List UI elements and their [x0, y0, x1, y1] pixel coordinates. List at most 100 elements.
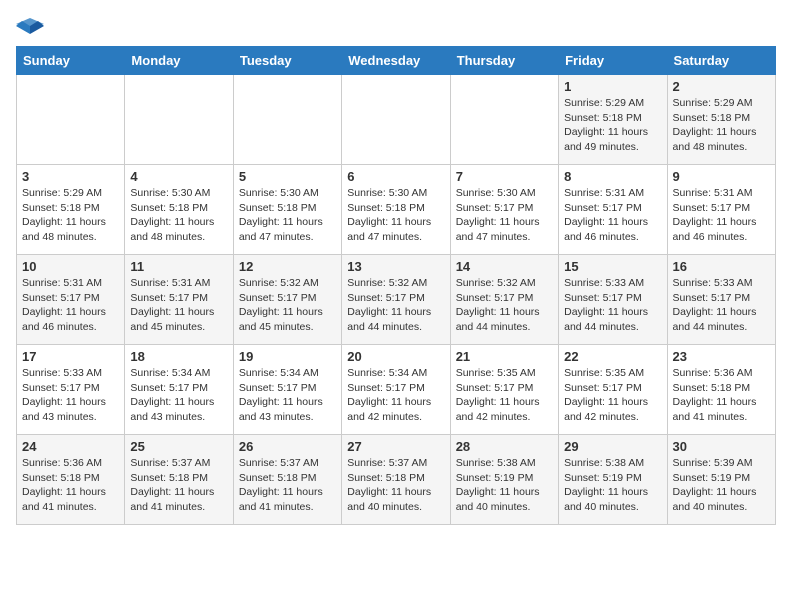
calendar-day-cell: [342, 75, 450, 165]
day-info: Sunrise: 5:36 AM Sunset: 5:18 PM Dayligh…: [22, 456, 119, 515]
day-number: 16: [673, 259, 770, 274]
day-info: Sunrise: 5:39 AM Sunset: 5:19 PM Dayligh…: [673, 456, 770, 515]
calendar-day-cell: 1 Sunrise: 5:29 AM Sunset: 5:18 PM Daylig…: [559, 75, 667, 165]
day-info: Sunrise: 5:29 AM Sunset: 5:18 PM Dayligh…: [673, 96, 770, 155]
day-info: Sunrise: 5:37 AM Sunset: 5:18 PM Dayligh…: [130, 456, 227, 515]
calendar-day-cell: [17, 75, 125, 165]
day-number: 20: [347, 349, 444, 364]
calendar-day-cell: [450, 75, 558, 165]
calendar-day-cell: 12Sunrise: 5:32 AM Sunset: 5:17 PM Dayli…: [233, 255, 341, 345]
day-info: Sunrise: 5:34 AM Sunset: 5:17 PM Dayligh…: [347, 366, 444, 425]
day-number: 5: [239, 169, 336, 184]
day-number: 7: [456, 169, 553, 184]
calendar-body: 1 Sunrise: 5:29 AM Sunset: 5:18 PM Daylig…: [17, 75, 776, 525]
day-info: Sunrise: 5:36 AM Sunset: 5:18 PM Dayligh…: [673, 366, 770, 425]
day-number: 17: [22, 349, 119, 364]
calendar-day-cell: 6 Sunrise: 5:30 AM Sunset: 5:18 PM Daylig…: [342, 165, 450, 255]
header: [16, 16, 776, 38]
day-number: 15: [564, 259, 661, 274]
day-number: 10: [22, 259, 119, 274]
logo: [16, 16, 48, 38]
weekday-header-cell: Friday: [559, 47, 667, 75]
calendar-day-cell: 15 Sunrise: 5:33 AM Sunset: 5:17 PM Dayli…: [559, 255, 667, 345]
calendar-day-cell: 30 Sunrise: 5:39 AM Sunset: 5:19 PM Dayli…: [667, 435, 775, 525]
day-number: 22: [564, 349, 661, 364]
day-info: Sunrise: 5:34 AM Sunset: 5:17 PM Dayligh…: [130, 366, 227, 425]
calendar-day-cell: 24 Sunrise: 5:36 AM Sunset: 5:18 PM Dayli…: [17, 435, 125, 525]
day-number: 25: [130, 439, 227, 454]
calendar-day-cell: 26 Sunrise: 5:37 AM Sunset: 5:18 PM Dayli…: [233, 435, 341, 525]
calendar-day-cell: 25 Sunrise: 5:37 AM Sunset: 5:18 PM Dayli…: [125, 435, 233, 525]
calendar-day-cell: 3 Sunrise: 5:29 AM Sunset: 5:18 PM Daylig…: [17, 165, 125, 255]
day-info: Sunrise: 5:31 AM Sunset: 5:17 PM Dayligh…: [22, 276, 119, 335]
calendar-day-cell: [233, 75, 341, 165]
day-number: 28: [456, 439, 553, 454]
day-info: Sunrise: 5:38 AM Sunset: 5:19 PM Dayligh…: [456, 456, 553, 515]
day-info: Sunrise: 5:37 AM Sunset: 5:18 PM Dayligh…: [347, 456, 444, 515]
calendar-day-cell: 20 Sunrise: 5:34 AM Sunset: 5:17 PM Dayli…: [342, 345, 450, 435]
day-info: Sunrise: 5:32 AM Sunset: 5:17 PM Dayligh…: [456, 276, 553, 335]
day-number: 18: [130, 349, 227, 364]
calendar-day-cell: 13Sunrise: 5:32 AM Sunset: 5:17 PM Dayli…: [342, 255, 450, 345]
calendar-day-cell: 9 Sunrise: 5:31 AM Sunset: 5:17 PM Daylig…: [667, 165, 775, 255]
day-info: Sunrise: 5:30 AM Sunset: 5:17 PM Dayligh…: [456, 186, 553, 245]
day-number: 27: [347, 439, 444, 454]
calendar-day-cell: 16 Sunrise: 5:33 AM Sunset: 5:17 PM Dayli…: [667, 255, 775, 345]
calendar-day-cell: 2 Sunrise: 5:29 AM Sunset: 5:18 PM Daylig…: [667, 75, 775, 165]
day-info: Sunrise: 5:33 AM Sunset: 5:17 PM Dayligh…: [22, 366, 119, 425]
calendar-day-cell: 27 Sunrise: 5:37 AM Sunset: 5:18 PM Dayli…: [342, 435, 450, 525]
calendar-week-row: 10 Sunrise: 5:31 AM Sunset: 5:17 PM Dayli…: [17, 255, 776, 345]
calendar-week-row: 3 Sunrise: 5:29 AM Sunset: 5:18 PM Daylig…: [17, 165, 776, 255]
calendar-day-cell: [125, 75, 233, 165]
day-info: Sunrise: 5:33 AM Sunset: 5:17 PM Dayligh…: [673, 276, 770, 335]
weekday-header-cell: Tuesday: [233, 47, 341, 75]
day-info: Sunrise: 5:31 AM Sunset: 5:17 PM Dayligh…: [564, 186, 661, 245]
logo-icon: [16, 16, 44, 38]
weekday-header-cell: Sunday: [17, 47, 125, 75]
day-info: Sunrise: 5:31 AM Sunset: 5:17 PM Dayligh…: [673, 186, 770, 245]
calendar-day-cell: 17 Sunrise: 5:33 AM Sunset: 5:17 PM Dayli…: [17, 345, 125, 435]
day-number: 9: [673, 169, 770, 184]
day-number: 11: [130, 259, 227, 274]
day-number: 29: [564, 439, 661, 454]
day-number: 6: [347, 169, 444, 184]
calendar-day-cell: 19 Sunrise: 5:34 AM Sunset: 5:17 PM Dayli…: [233, 345, 341, 435]
calendar-day-cell: 18 Sunrise: 5:34 AM Sunset: 5:17 PM Dayli…: [125, 345, 233, 435]
calendar-day-cell: 8 Sunrise: 5:31 AM Sunset: 5:17 PM Daylig…: [559, 165, 667, 255]
day-number: 1: [564, 79, 661, 94]
calendar-week-row: 1 Sunrise: 5:29 AM Sunset: 5:18 PM Daylig…: [17, 75, 776, 165]
day-number: 26: [239, 439, 336, 454]
calendar-day-cell: 22 Sunrise: 5:35 AM Sunset: 5:17 PM Dayli…: [559, 345, 667, 435]
day-number: 2: [673, 79, 770, 94]
day-info: Sunrise: 5:30 AM Sunset: 5:18 PM Dayligh…: [239, 186, 336, 245]
day-info: Sunrise: 5:29 AM Sunset: 5:18 PM Dayligh…: [22, 186, 119, 245]
day-info: Sunrise: 5:32 AM Sunset: 5:17 PM Dayligh…: [347, 276, 444, 335]
day-number: 19: [239, 349, 336, 364]
weekday-header-cell: Monday: [125, 47, 233, 75]
day-info: Sunrise: 5:30 AM Sunset: 5:18 PM Dayligh…: [130, 186, 227, 245]
weekday-header-row: SundayMondayTuesdayWednesdayThursdayFrid…: [17, 47, 776, 75]
calendar-week-row: 24 Sunrise: 5:36 AM Sunset: 5:18 PM Dayli…: [17, 435, 776, 525]
day-number: 3: [22, 169, 119, 184]
day-info: Sunrise: 5:30 AM Sunset: 5:18 PM Dayligh…: [347, 186, 444, 245]
day-info: Sunrise: 5:35 AM Sunset: 5:17 PM Dayligh…: [564, 366, 661, 425]
calendar-day-cell: 23 Sunrise: 5:36 AM Sunset: 5:18 PM Dayli…: [667, 345, 775, 435]
weekday-header-cell: Thursday: [450, 47, 558, 75]
day-number: 30: [673, 439, 770, 454]
calendar-table: SundayMondayTuesdayWednesdayThursdayFrid…: [16, 46, 776, 525]
day-number: 21: [456, 349, 553, 364]
day-info: Sunrise: 5:34 AM Sunset: 5:17 PM Dayligh…: [239, 366, 336, 425]
day-info: Sunrise: 5:31 AM Sunset: 5:17 PM Dayligh…: [130, 276, 227, 335]
day-number: 8: [564, 169, 661, 184]
day-number: 24: [22, 439, 119, 454]
calendar-day-cell: 29Sunrise: 5:38 AM Sunset: 5:19 PM Dayli…: [559, 435, 667, 525]
day-info: Sunrise: 5:32 AM Sunset: 5:17 PM Dayligh…: [239, 276, 336, 335]
weekday-header-cell: Saturday: [667, 47, 775, 75]
day-info: Sunrise: 5:29 AM Sunset: 5:18 PM Dayligh…: [564, 96, 661, 155]
day-number: 4: [130, 169, 227, 184]
calendar-day-cell: 5 Sunrise: 5:30 AM Sunset: 5:18 PM Daylig…: [233, 165, 341, 255]
day-number: 23: [673, 349, 770, 364]
day-info: Sunrise: 5:37 AM Sunset: 5:18 PM Dayligh…: [239, 456, 336, 515]
day-info: Sunrise: 5:33 AM Sunset: 5:17 PM Dayligh…: [564, 276, 661, 335]
calendar-week-row: 17 Sunrise: 5:33 AM Sunset: 5:17 PM Dayli…: [17, 345, 776, 435]
